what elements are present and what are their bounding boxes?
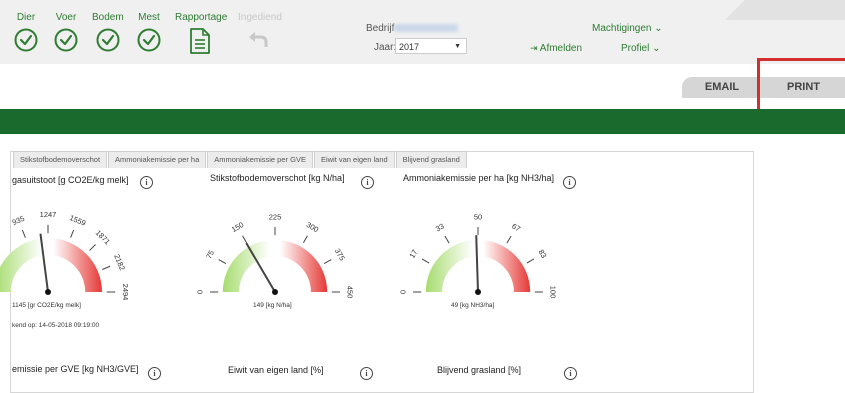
chevron-down-icon: ▼ bbox=[454, 43, 461, 50]
gauge-tick-label: 75 bbox=[204, 249, 216, 261]
tab-bar: Stikstofbodemoverschot Ammoniakemissie p… bbox=[13, 151, 468, 168]
brand-bar bbox=[0, 109, 845, 134]
updated-timestamp: kend op: 14-05-2018 09:19:00 bbox=[12, 322, 100, 329]
info-icon[interactable]: i bbox=[361, 176, 374, 189]
nav-ingediend-label: Ingediend bbox=[238, 12, 282, 23]
gauge-tick-label: 1559 bbox=[68, 213, 87, 228]
gauge-value-label: 49 [kg NH3/ha] bbox=[451, 302, 495, 309]
gauge-title: Ammoniakemissie per ha [kg NH3/ha] bbox=[403, 173, 555, 183]
info-icon[interactable]: i bbox=[360, 367, 373, 380]
gauge-title: Stikstofbodemoverschot [kg N/ha] bbox=[210, 173, 345, 183]
tab-stikstofbodemoverschot[interactable]: Stikstofbodemoverschot bbox=[13, 151, 108, 168]
nav-mest[interactable]: Mest bbox=[136, 12, 162, 53]
tab-ammoniakemissie-per-ha[interactable]: Ammoniakemissie per ha bbox=[108, 151, 207, 168]
gauge-band bbox=[0, 238, 102, 292]
gauge-tick-label: 1871 bbox=[94, 228, 112, 246]
nav-mest-label: Mest bbox=[138, 12, 160, 23]
gauge-tick-label: 935 bbox=[11, 214, 26, 227]
gauge-tick bbox=[421, 258, 430, 264]
gauge-tick-label: 67 bbox=[510, 222, 522, 234]
gauge-pivot bbox=[475, 289, 481, 295]
gauge-tick-label: 150 bbox=[230, 220, 245, 234]
gauge-tick bbox=[21, 229, 26, 238]
gauge-pivot bbox=[272, 289, 278, 295]
info-icon[interactable]: i bbox=[564, 367, 577, 380]
info-icon[interactable]: i bbox=[563, 176, 576, 189]
gauge-tick-label: 375 bbox=[333, 247, 347, 262]
logout-icon: ⇥ bbox=[530, 43, 538, 53]
undo-arrow-icon bbox=[249, 32, 268, 47]
gauge-tick-label: 17 bbox=[408, 248, 420, 260]
nav-bodem-label: Bodem bbox=[92, 12, 124, 23]
gauge-tick bbox=[218, 259, 227, 265]
gauge-tick-label: 0 bbox=[196, 290, 205, 294]
print-highlight-box bbox=[757, 58, 845, 116]
nav-rapportage[interactable]: Rapportage bbox=[175, 12, 227, 55]
afmelden-label: Afmelden bbox=[539, 43, 583, 54]
gauge-tick bbox=[526, 258, 535, 264]
gauge-tick bbox=[323, 259, 332, 265]
nav-dier-label: Dier bbox=[16, 12, 36, 23]
nav-bodem[interactable]: Bodem bbox=[92, 12, 124, 53]
gauge-title: emissie per GVE [kg NH3/GVE] bbox=[12, 364, 139, 374]
gauge-tick-label: 2494 bbox=[121, 284, 130, 301]
gauge-pivot bbox=[45, 289, 51, 295]
check-circle-icon bbox=[137, 28, 161, 52]
gauge-tick-label: 100 bbox=[548, 286, 557, 299]
gauge-value-label: 149 [kg N/ha] bbox=[253, 302, 292, 309]
gauge-tick-label: 450 bbox=[345, 286, 354, 299]
info-icon[interactable]: i bbox=[140, 176, 153, 189]
check-circle-icon bbox=[14, 28, 38, 52]
bedrijf-label: Bedrijf bbox=[366, 23, 395, 34]
gauge-band bbox=[222, 239, 328, 292]
gauge-tick bbox=[506, 235, 512, 244]
email-button[interactable]: EMAIL bbox=[682, 77, 762, 98]
gauge-ammoniak-ha: 0 17 33 50 67 83 100 bbox=[399, 213, 558, 299]
info-icon[interactable]: i bbox=[148, 367, 161, 380]
gauge-tick-label: 1247 bbox=[40, 210, 57, 219]
gauge-tick bbox=[102, 265, 111, 270]
tab-ammoniakemissie-per-gve[interactable]: Ammoniakemissie per GVE bbox=[207, 151, 313, 168]
tab-eiwit-van-eigen-land[interactable]: Eiwit van eigen land bbox=[313, 151, 395, 168]
gauge-title: Blijvend grasland [%] bbox=[437, 365, 522, 375]
check-circle-icon bbox=[96, 28, 120, 52]
nav-voer[interactable]: Voer bbox=[53, 12, 79, 53]
gauge-title: Eiwit van eigen land [%] bbox=[228, 365, 324, 375]
gauge-tick-label: 50 bbox=[474, 213, 482, 222]
header-decoration bbox=[725, 0, 845, 20]
gauge-tick bbox=[70, 229, 75, 238]
nav-ingediend: Ingediend bbox=[238, 12, 282, 53]
gauge-value-label: 1145 [gr CO2E/kg melk] bbox=[12, 302, 81, 309]
gauge-tick bbox=[444, 235, 450, 244]
bedrijf-value-blurred bbox=[394, 24, 458, 32]
jaar-select[interactable]: 2017 ▼ bbox=[395, 38, 467, 54]
gauge-stikstof: 0 75 150 225 300 375 450 bbox=[196, 213, 355, 299]
gauge-title: gasuitstoot [g CO2E/kg melk] bbox=[12, 175, 129, 185]
gauge-co2: 935 1247 1559 18712182 2494 bbox=[0, 210, 130, 301]
nav-rapportage-label: Rapportage bbox=[175, 12, 228, 23]
document-icon bbox=[190, 28, 210, 54]
gauge-tick bbox=[302, 235, 308, 244]
afmelden-link[interactable]: ⇥ Afmelden bbox=[530, 43, 582, 54]
gauge-tick-label: 300 bbox=[305, 220, 320, 234]
nav-dier[interactable]: Dier bbox=[13, 12, 39, 53]
top-toolbar bbox=[0, 0, 845, 64]
gauge-tick-label: 0 bbox=[399, 290, 408, 294]
profiel-dropdown[interactable]: Profiel ⌄ bbox=[621, 43, 661, 54]
check-circle-icon bbox=[54, 28, 78, 52]
gauge-tick-label: 2182 bbox=[112, 253, 127, 272]
tab-blijvend-grasland[interactable]: Blijvend grasland bbox=[395, 151, 467, 168]
gauge-tick bbox=[242, 235, 248, 244]
jaar-label: Jaar: bbox=[374, 42, 397, 53]
gauge-tick-label: 33 bbox=[434, 222, 446, 234]
gauge-tick-label: 225 bbox=[269, 213, 282, 222]
nav-voer-label: Voer bbox=[55, 12, 77, 23]
machtigingen-dropdown[interactable]: Machtigingen ⌄ bbox=[592, 23, 663, 34]
gauge-tick bbox=[89, 244, 96, 251]
gauge-tick-label: 83 bbox=[536, 248, 548, 260]
jaar-select-value: 2017 bbox=[399, 42, 420, 52]
